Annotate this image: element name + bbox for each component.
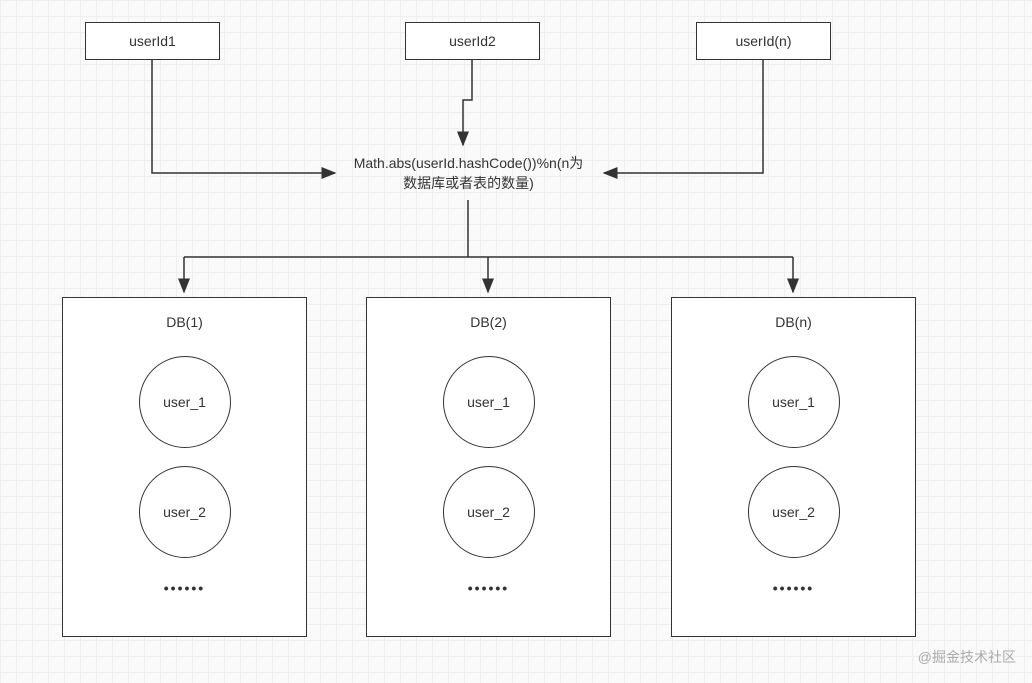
useridn-label: userId(n): [735, 33, 791, 49]
dbn-table1: user_1: [748, 356, 840, 448]
dbn-table2-label: user_2: [772, 504, 815, 520]
dbn-table2: user_2: [748, 466, 840, 558]
db2-table1: user_1: [443, 356, 535, 448]
db2-table2: user_2: [443, 466, 535, 558]
formula-line2: 数据库或者表的数量): [403, 175, 534, 191]
db1-table2-label: user_2: [163, 504, 206, 520]
userid1-label: userId1: [129, 33, 176, 49]
userid2-label: userId2: [449, 33, 496, 49]
db1-table1: user_1: [139, 356, 231, 448]
db1-box: DB(1) user_1 user_2 ••••••: [62, 297, 307, 637]
useridn-box: userId(n): [696, 22, 831, 60]
db2-dots: ••••••: [468, 580, 509, 596]
db1-title: DB(1): [166, 314, 203, 330]
dbn-table1-label: user_1: [772, 394, 815, 410]
userid2-box: userId2: [405, 22, 540, 60]
watermark: @掘金技术社区: [918, 647, 1016, 667]
dbn-title: DB(n): [775, 314, 812, 330]
db2-title: DB(2): [470, 314, 507, 330]
dbn-dots: ••••••: [773, 580, 814, 596]
db1-table1-label: user_1: [163, 394, 206, 410]
db1-table2: user_2: [139, 466, 231, 558]
db1-dots: ••••••: [164, 580, 205, 596]
db2-table2-label: user_2: [467, 504, 510, 520]
userid1-box: userId1: [85, 22, 220, 60]
dbn-box: DB(n) user_1 user_2 ••••••: [671, 297, 916, 637]
db2-box: DB(2) user_1 user_2 ••••••: [366, 297, 611, 637]
db2-table1-label: user_1: [467, 394, 510, 410]
formula-line1: Math.abs(userId.hashCode())%n(n为: [354, 155, 584, 171]
hash-formula-box: Math.abs(userId.hashCode())%n(n为 数据库或者表的…: [341, 150, 596, 198]
